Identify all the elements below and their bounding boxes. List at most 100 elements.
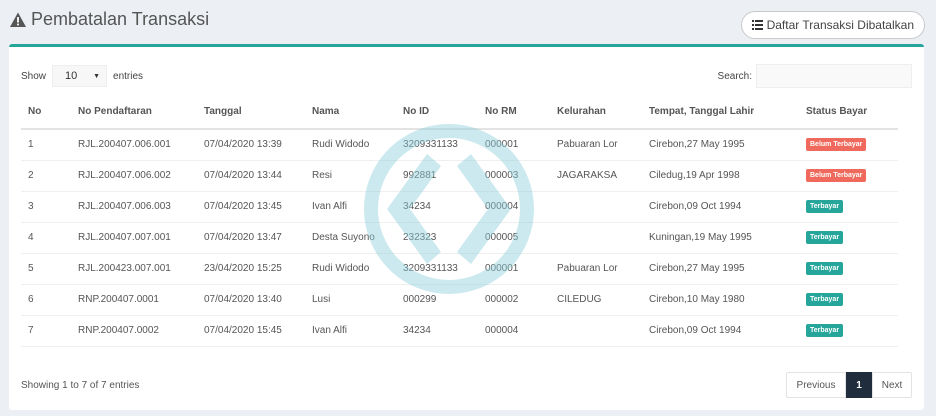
cell-ttl: Cirebon,27 May 1995 (642, 253, 799, 285)
search-input[interactable] (756, 64, 912, 88)
length-control: Show 10 ▼ entries (21, 65, 143, 87)
cell-no: 4 (21, 222, 71, 254)
cell-status: Terbayar (799, 315, 898, 347)
cell-rm: 000001 (478, 253, 550, 285)
cell-reg: RNP.200407.0002 (71, 315, 197, 347)
cell-date: 07/04/2020 13:39 (197, 129, 305, 161)
cell-id: 3209331133 (396, 253, 478, 285)
column-header[interactable]: Status Bayar (799, 95, 898, 130)
cell-status: Belum Terbayar (799, 129, 898, 161)
cell-no: 5 (21, 253, 71, 285)
cell-rm: 000001 (478, 129, 550, 161)
table-header-row: No No Pendaftaran Tanggal Nama No ID No RM Kel… (21, 95, 898, 130)
cell-date: 23/04/2020 15:25 (197, 253, 305, 285)
next-page-button[interactable]: Next (872, 372, 912, 398)
page-length-select[interactable]: 10 ▼ (52, 65, 108, 87)
cell-reg: RJL.200407.007.001 (71, 222, 197, 254)
column-header[interactable]: Tempat, Tanggal Lahir (642, 95, 799, 130)
status-badge: Belum Terbayar (806, 138, 867, 152)
status-badge: Terbayar (806, 200, 844, 213)
transactions-panel: Show 10 ▼ entries Search: No No Pendaftar… (9, 44, 924, 410)
cell-id: 3209331133 (396, 129, 478, 161)
cell-ttl: Cirebon,09 Oct 1994 (642, 191, 799, 223)
cell-kel: Pabuaran Lor (550, 129, 642, 161)
table-row[interactable]: 5 RJL.200423.007.001 23/04/2020 15:25 Rudi … (21, 253, 898, 285)
cell-status: Terbayar (799, 284, 898, 316)
cell-date: 07/04/2020 13:45 (197, 191, 305, 223)
cell-reg: RJL.200423.007.001 (71, 253, 197, 285)
cell-rm: 000003 (478, 160, 550, 192)
pagination: Previous 1 Next (786, 372, 912, 398)
table-row[interactable]: 4 RJL.200407.007.001 07/04/2020 13:47 Desta… (21, 222, 898, 254)
table-row[interactable]: 1 RJL.200407.006.001 07/04/2020 13:39 Rudi … (21, 129, 898, 161)
cell-status: Terbayar (799, 253, 898, 285)
page-length-value: 10 (65, 70, 78, 82)
cell-name: Ivan Alfi (305, 191, 396, 223)
column-header[interactable]: Kelurahan (550, 95, 642, 130)
cell-date: 07/04/2020 13:40 (197, 284, 305, 316)
column-header[interactable]: Nama (305, 95, 396, 130)
cell-rm: 000004 (478, 315, 550, 347)
cell-name: Lusi (305, 284, 396, 316)
warning-icon (10, 12, 26, 27)
cell-ttl: Cirebon,09 Oct 1994 (642, 315, 799, 347)
column-header[interactable]: No (21, 95, 71, 130)
status-badge: Terbayar (806, 293, 844, 306)
previous-page-button[interactable]: Previous (786, 372, 846, 398)
cell-kel: CILEDUG (550, 284, 642, 316)
cell-no: 3 (21, 191, 71, 223)
cell-id: 34234 (396, 315, 478, 347)
page-1-button[interactable]: 1 (846, 372, 872, 398)
cell-ttl: Ciledug,19 Apr 1998 (642, 160, 799, 192)
cell-date: 07/04/2020 13:47 (197, 222, 305, 254)
cell-status: Terbayar (799, 222, 898, 254)
column-header[interactable]: No ID (396, 95, 478, 130)
status-badge: Terbayar (806, 231, 844, 244)
search-control: Search: (718, 64, 912, 88)
cell-id: 34234 (396, 191, 478, 223)
cell-no: 6 (21, 284, 71, 316)
cell-date: 07/04/2020 13:44 (197, 160, 305, 192)
cell-kel (550, 191, 642, 223)
status-badge: Belum Terbayar (806, 169, 867, 182)
cell-reg: RJL.200407.006.001 (71, 129, 197, 161)
cell-ttl: Kuningan,19 May 1995 (642, 222, 799, 254)
entries-label: entries (113, 70, 144, 82)
cell-id: 992881 (396, 160, 478, 192)
cell-reg: RJL.200407.006.003 (71, 191, 197, 223)
cell-date: 07/04/2020 15:45 (197, 315, 305, 347)
cell-id: 232323 (396, 222, 478, 254)
cancelled-transactions-button-label: Daftar Transaksi Dibatalkan (766, 18, 914, 32)
page-title: Pembatalan Transaksi (9, 9, 209, 30)
cell-reg: RJL.200407.006.002 (71, 160, 197, 192)
status-badge: Terbayar (806, 324, 844, 337)
table-row[interactable]: 2 RJL.200407.006.002 07/04/2020 13:44 Resi 9… (21, 160, 898, 192)
cell-kel (550, 222, 642, 254)
show-label: Show (21, 70, 47, 82)
cell-rm: 000002 (478, 284, 550, 316)
column-header[interactable]: No Pendaftaran (71, 95, 197, 130)
cell-name: Ivan Alfi (305, 315, 396, 347)
table-row[interactable]: 6 RNP.200407.0001 07/04/2020 13:40 Lusi 0002… (21, 284, 898, 316)
table-row[interactable]: 3 RJL.200407.006.003 07/04/2020 13:45 Ivan … (21, 191, 898, 223)
cancelled-transactions-button[interactable]: Daftar Transaksi Dibatalkan (740, 11, 925, 39)
status-badge: Terbayar (806, 262, 844, 275)
cell-no: 7 (21, 315, 71, 347)
cell-kel: JAGARAKSA (550, 160, 642, 192)
cell-rm: 000005 (478, 222, 550, 254)
cell-no: 1 (21, 129, 71, 161)
cell-ttl: Cirebon,10 May 1980 (642, 284, 799, 316)
column-header[interactable]: No RM (478, 95, 550, 130)
column-header[interactable]: Tanggal (197, 95, 305, 130)
cell-reg: RNP.200407.0001 (71, 284, 197, 316)
table-info: Showing 1 to 7 of 7 entries (21, 380, 140, 391)
transactions-table: No No Pendaftaran Tanggal Nama No ID No RM Kel… (21, 95, 898, 347)
cell-name: Resi (305, 160, 396, 192)
list-icon (751, 20, 763, 30)
cell-name: Desta Suyono (305, 222, 396, 254)
cell-name: Rudi Widodo (305, 129, 396, 161)
cell-ttl: Cirebon,27 May 1995 (642, 129, 799, 161)
table-row[interactable]: 7 RNP.200407.0002 07/04/2020 15:45 Ivan Alf… (21, 315, 898, 347)
search-label: Search: (717, 70, 752, 82)
cell-id: 000299 (396, 284, 478, 316)
